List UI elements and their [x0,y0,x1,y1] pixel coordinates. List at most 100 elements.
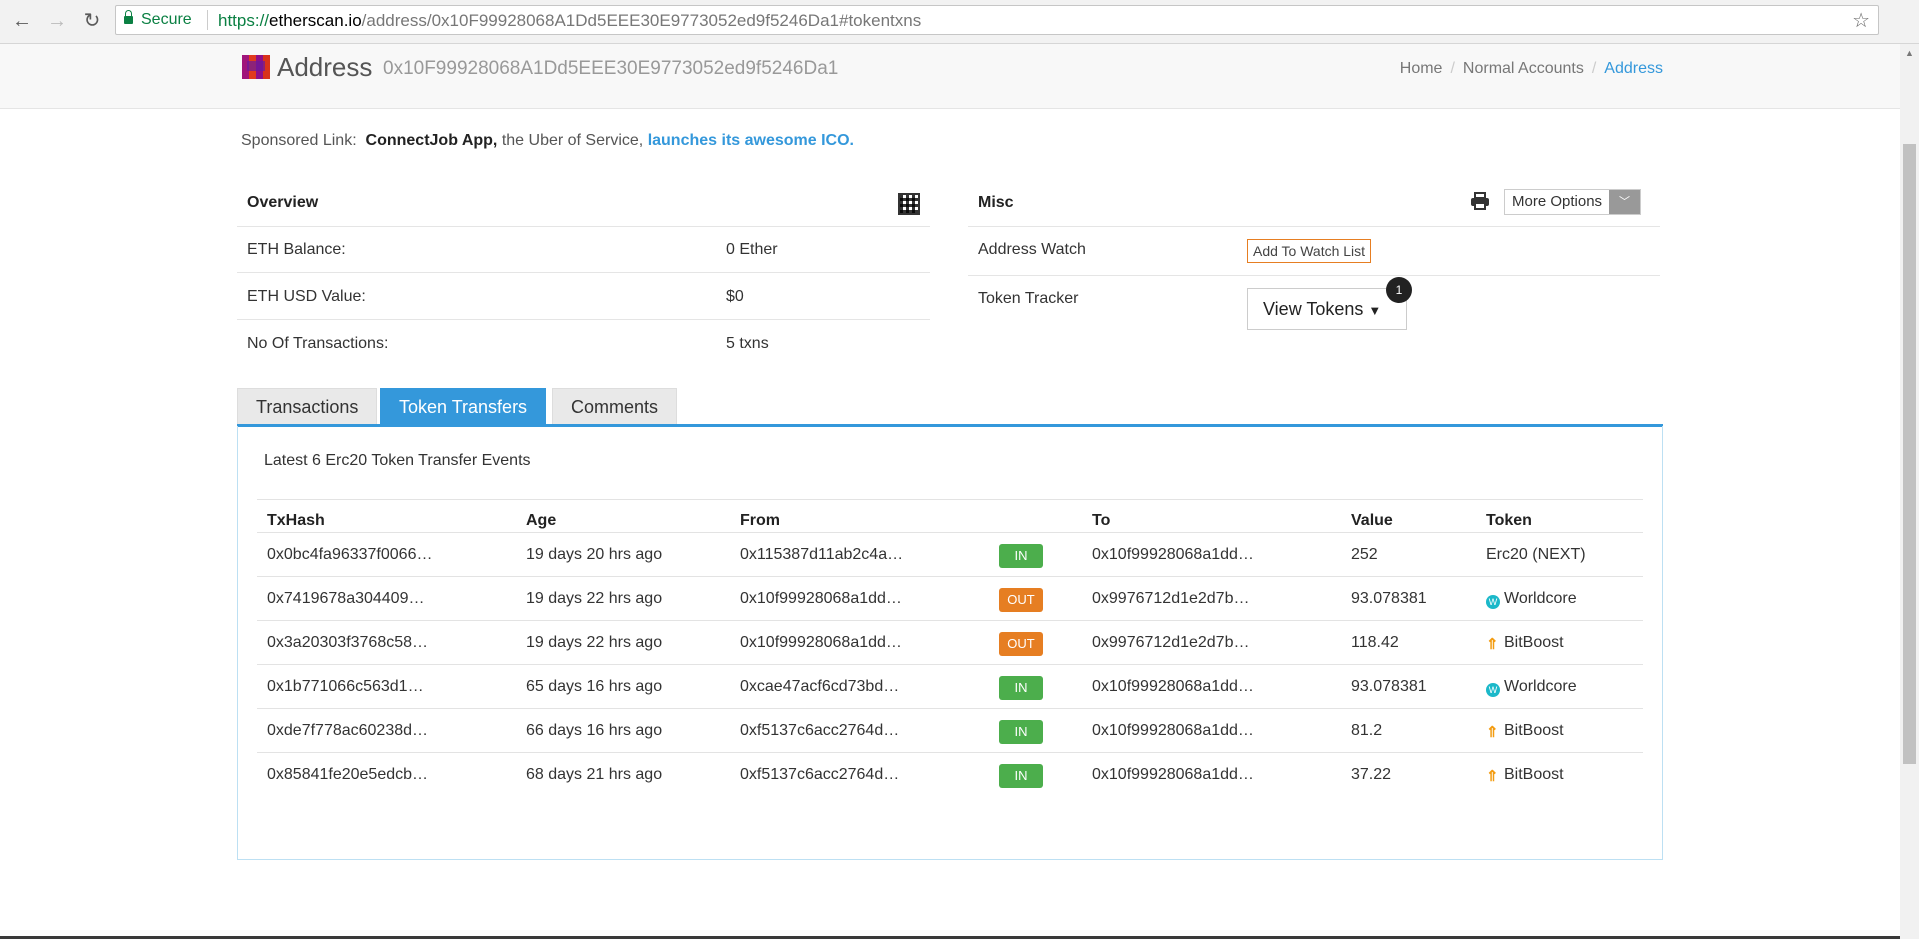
address-identicon-icon [242,55,270,79]
direction-badge: IN [999,720,1043,744]
divider [237,272,930,273]
token-name: BitBoost [1504,766,1564,783]
url-scheme: https:// [218,11,270,30]
tx-count-label: No Of Transactions: [247,335,389,352]
worldcore-icon: W [1486,683,1500,697]
browser-toolbar: ← → ↻ Secure https://etherscan.io/addres… [0,0,1919,44]
qr-code-icon[interactable] [898,193,920,215]
bitboost-icon: ⇑ [1486,724,1499,741]
caret-down-icon: ▼ [1368,303,1382,318]
tab-transactions[interactable]: Transactions [237,388,378,426]
bookmark-star-icon[interactable]: ☆ [1852,8,1870,33]
tx-age: 68 days 21 hrs ago [526,766,663,783]
table-row-divider [257,532,1643,533]
token-name: Worldcore [1504,590,1577,607]
tab-token-transfers[interactable]: Token Transfers [380,388,547,426]
tx-hash-link[interactable]: 0x1b771066c563d1… [267,678,424,696]
scroll-up-icon[interactable]: ▲ [1905,48,1914,58]
eth-usd-label: ETH USD Value: [247,288,366,305]
direction-badge: IN [999,764,1043,788]
to-address-link[interactable]: 0x9976712d1e2d7b… [1092,634,1249,652]
table-row-divider [257,620,1643,621]
token-link[interactable]: W Worldcore [1486,590,1577,609]
header-age: Age [526,512,557,529]
misc-title: Misc [978,194,1014,211]
direction-badge: OUT [999,632,1043,656]
tx-hash-link[interactable]: 0x0bc4fa96337f0066… [267,546,432,564]
view-tokens-dropdown[interactable]: View Tokens ▼ [1247,288,1407,330]
eth-balance-value: 0 Ether [726,241,778,258]
address-watch-label: Address Watch [978,241,1086,258]
eth-balance-label: ETH Balance: [247,241,346,258]
from-address-link[interactable]: 0x115387d11ab2c4a… [740,546,903,564]
worldcore-icon: W [1486,595,1500,609]
tx-hash-link[interactable]: 0x3a20303f3768c58… [267,634,428,652]
more-options-button[interactable]: More Options ﹀ [1504,189,1642,215]
view-tokens-label: View Tokens [1263,299,1364,319]
token-link[interactable]: ⇑ BitBoost [1486,766,1564,785]
from-address-link[interactable]: 0xf5137c6acc2764d… [740,722,899,740]
reload-icon[interactable]: ↻ [80,9,104,33]
sponsored-link: Sponsored Link: ConnectJob App, the Uber… [241,132,854,150]
print-icon[interactable] [1470,192,1490,210]
to-address: 0x10f99928068a1dd… [1092,546,1254,563]
transfer-value: 37.22 [1351,766,1392,783]
tx-hash-link[interactable]: 0x85841fe20e5edcb… [267,766,428,784]
token-name: BitBoost [1504,722,1564,739]
url-host: etherscan.io [269,11,362,30]
add-to-watch-list-button[interactable]: Add To Watch List [1247,239,1372,263]
token-count-badge: 1 [1386,277,1412,303]
header-value: Value [1351,512,1393,529]
header-token: Token [1486,512,1532,529]
divider [237,226,930,227]
token-link[interactable]: Erc20 (NEXT) [1486,546,1586,564]
url-path: /address/0x10F99928068A1Dd5EEE30E9773052… [361,11,922,30]
to-address: 0x10f99928068a1dd… [1092,678,1254,695]
transfer-value: 93.078381 [1351,678,1427,695]
from-address-link[interactable]: 0xf5137c6acc2764d… [740,766,899,784]
bitboost-icon: ⇑ [1486,636,1499,653]
sponsored-ico-link[interactable]: launches its awesome ICO. [648,132,854,149]
divider [968,226,1660,227]
scroll-thumb[interactable] [1903,144,1916,764]
page-header: Address 0x10F99928068A1Dd5EEE30E9773052e… [0,44,1900,109]
secure-indicator[interactable]: Secure [124,10,192,29]
transfer-value: 252 [1351,546,1378,563]
direction-badge: IN [999,544,1043,568]
tx-hash-link[interactable]: 0x7419678a304409… [267,590,424,608]
address-bar[interactable]: Secure https://etherscan.io/address/0x10… [115,5,1879,35]
from-address: 0x10f99928068a1dd… [740,590,902,607]
token-tracker-label: Token Tracker [978,290,1079,307]
address-hash: 0x10F99928068A1Dd5EEE30E9773052ed9f5246D… [383,58,839,79]
transfer-value: 118.42 [1351,634,1399,651]
tx-age: 66 days 16 hrs ago [526,722,663,739]
from-address-link[interactable]: 0xcae47acf6cd73bd… [740,678,899,696]
token-name: BitBoost [1504,634,1564,651]
events-title: Latest 6 Erc20 Token Transfer Events [264,452,531,469]
eth-usd-value: $0 [726,288,744,305]
forward-icon[interactable]: → [45,9,69,33]
tab-comments[interactable]: Comments [552,388,678,426]
token-link[interactable]: ⇑ BitBoost [1486,722,1564,741]
direction-badge: IN [999,676,1043,700]
back-icon[interactable]: ← [10,9,34,33]
token-link[interactable]: ⇑ BitBoost [1486,634,1564,653]
url-text[interactable]: https://etherscan.io/address/0x10F999280… [218,11,921,31]
table-row-divider [257,664,1643,665]
token-transfers-panel [237,426,1663,860]
sponsored-prefix: Sponsored Link: [241,132,357,149]
to-address-link[interactable]: 0x9976712d1e2d7b… [1092,590,1249,608]
breadcrumb-home[interactable]: Home [1400,60,1443,77]
secure-label: Secure [141,11,192,28]
from-address: 0x10f99928068a1dd… [740,634,902,651]
tx-age: 19 days 20 hrs ago [526,546,663,563]
bitboost-icon: ⇑ [1486,768,1499,785]
tx-hash-link[interactable]: 0xde7f778ac60238d… [267,722,428,740]
table-row-divider [257,576,1643,577]
breadcrumb-normal-accounts[interactable]: Normal Accounts [1463,60,1584,77]
page-scrollbar[interactable]: ▲ [1900,44,1919,939]
overview-title: Overview [247,194,319,211]
to-address: 0x10f99928068a1dd… [1092,766,1254,783]
token-link[interactable]: W Worldcore [1486,678,1577,697]
tx-count-value: 5 txns [726,335,769,352]
